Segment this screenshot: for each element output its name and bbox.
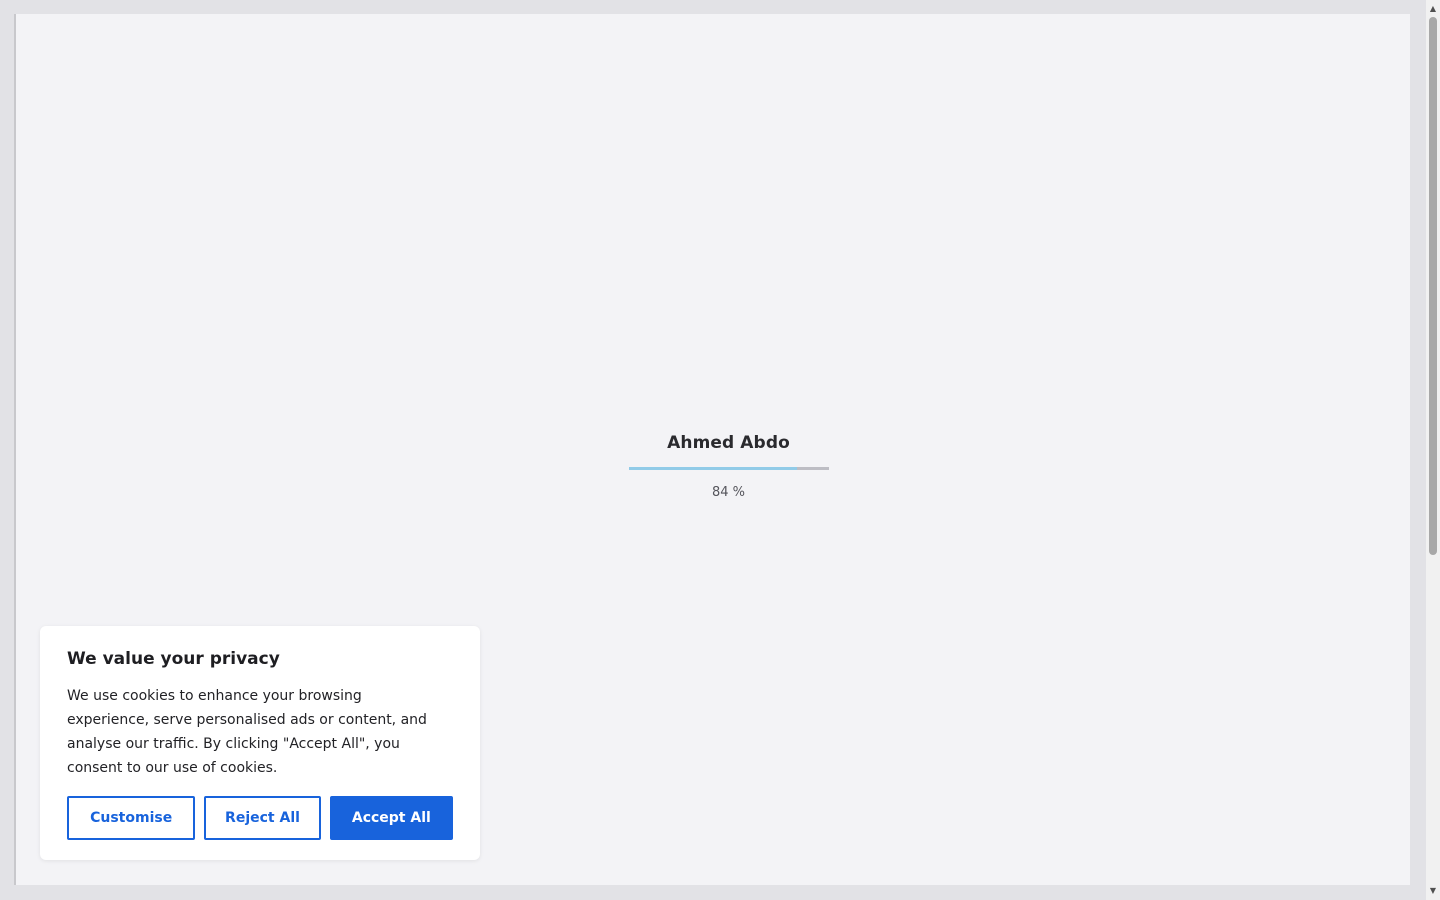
progress-bar-fill xyxy=(628,467,797,470)
cookie-banner-description: We use cookies to enhance your browsing … xyxy=(67,688,427,776)
preloader-name: Ahmed Abdo xyxy=(667,433,790,453)
cookie-consent-banner: We value your privacy We use cookies to … xyxy=(40,626,480,860)
cookie-banner-title: We value your privacy xyxy=(67,649,280,669)
accept-all-button[interactable]: Accept All xyxy=(329,796,453,840)
scroll-down-icon[interactable]: ▼ xyxy=(1426,884,1440,898)
cookie-banner-actions: Customise Reject All Accept All xyxy=(67,796,453,840)
progress-percentage: 84 % xyxy=(711,485,746,500)
reject-all-button[interactable]: Reject All xyxy=(204,796,321,840)
vertical-scrollbar[interactable]: ▲ ▼ xyxy=(1426,0,1440,900)
preloader: Ahmed Abdo 84 % xyxy=(628,431,829,502)
customise-button[interactable]: Customise xyxy=(67,796,196,840)
scroll-up-icon[interactable]: ▲ xyxy=(1426,2,1440,16)
progress-bar xyxy=(628,467,829,470)
scrollbar-thumb[interactable] xyxy=(1429,17,1437,555)
